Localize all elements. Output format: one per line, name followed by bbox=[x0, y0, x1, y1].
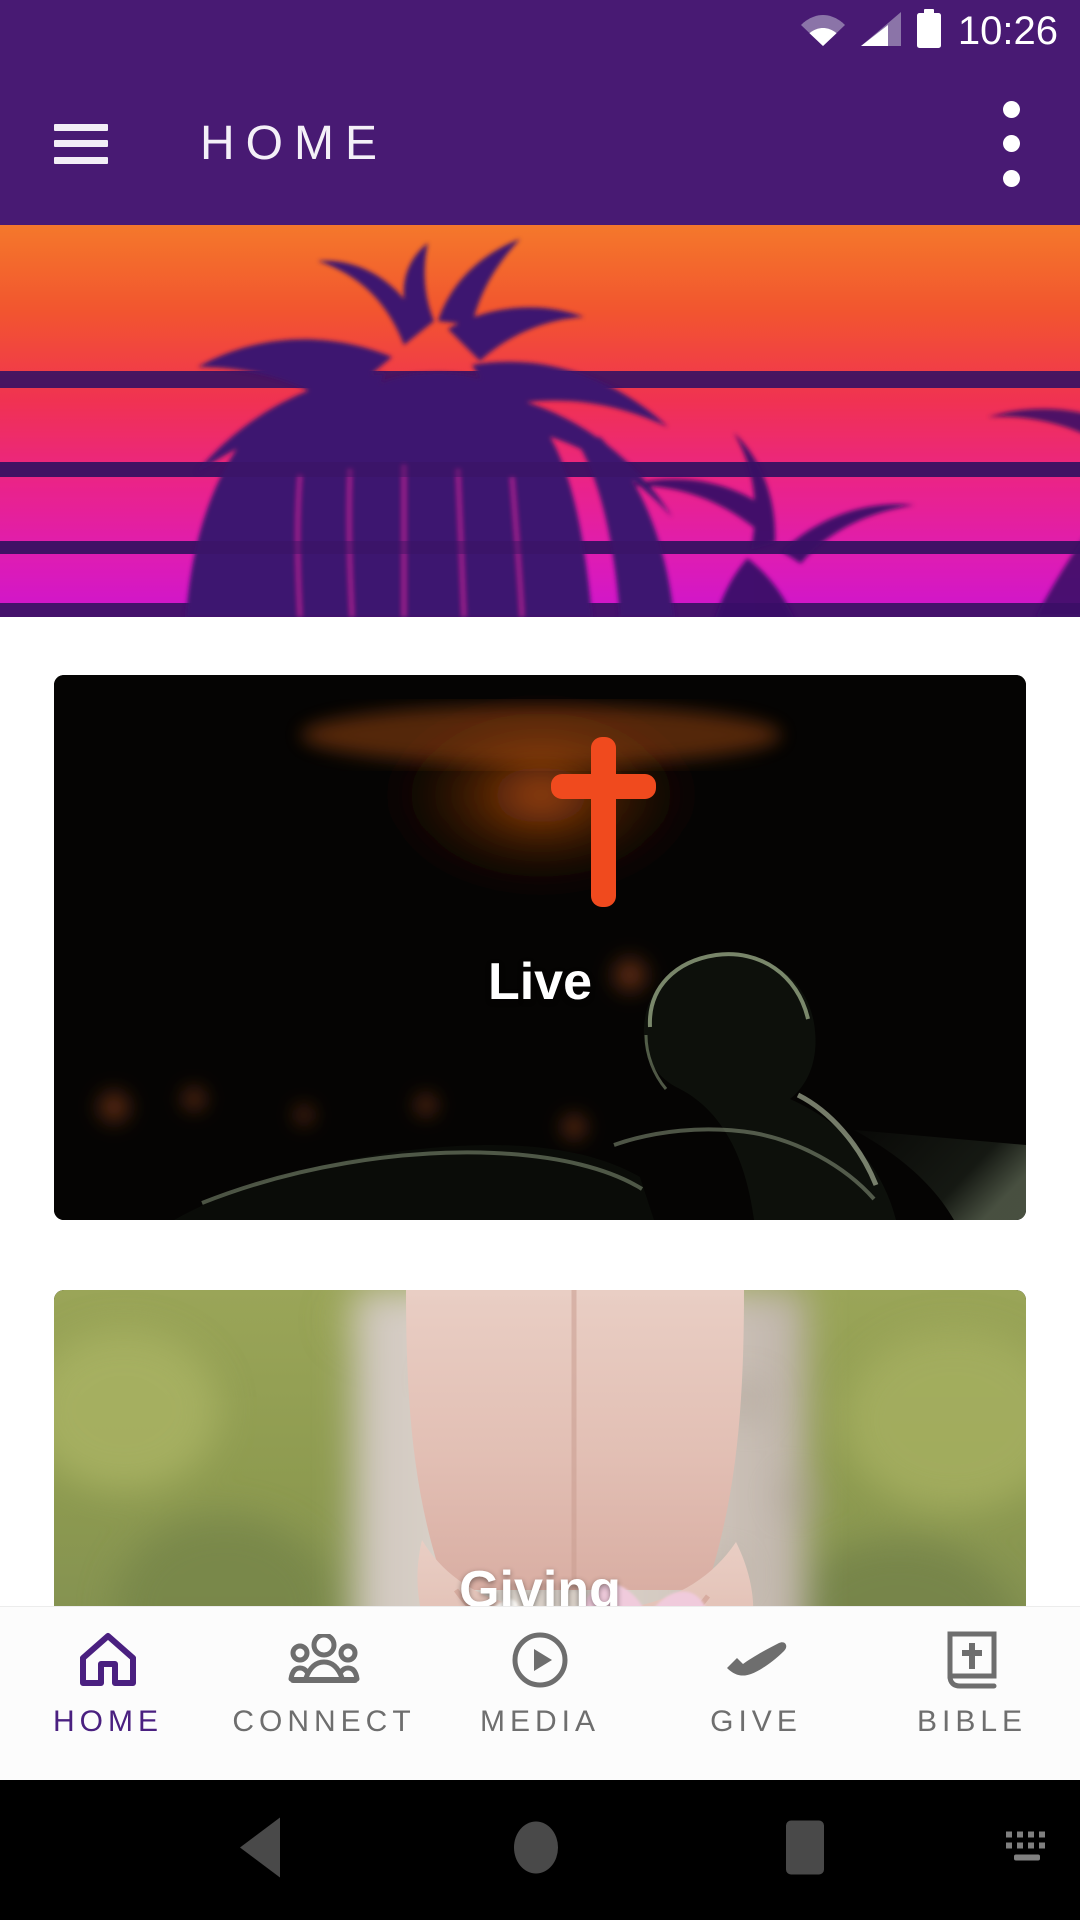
back-triangle-icon[interactable] bbox=[232, 1814, 294, 1887]
bottom-navigation-bar: HOME CONNECT MEDIA GIVE BIBLE bbox=[0, 1606, 1080, 1780]
nav-label-home: HOME bbox=[53, 1705, 163, 1738]
nav-item-home[interactable]: HOME bbox=[0, 1629, 216, 1739]
nav-label-connect: CONNECT bbox=[232, 1705, 416, 1738]
phone-screen: 10:26 HOME Live Giving HOME CONNECT MEDI… bbox=[0, 0, 1080, 1920]
content-scroll-area[interactable]: Live Giving bbox=[0, 617, 1080, 1710]
nav-item-bible[interactable]: BIBLE bbox=[864, 1629, 1080, 1739]
battery-icon bbox=[916, 8, 942, 54]
app-bar: HOME bbox=[0, 62, 1080, 225]
home-icon bbox=[77, 1629, 139, 1691]
nav-label-media: MEDIA bbox=[479, 1705, 600, 1738]
page-title: HOME bbox=[200, 117, 388, 170]
open-hand-icon bbox=[721, 1629, 791, 1691]
live-card-image bbox=[54, 675, 1026, 1220]
nav-item-media[interactable]: MEDIA bbox=[432, 1629, 648, 1739]
wifi-icon bbox=[800, 11, 846, 52]
nav-label-give: GIVE bbox=[710, 1705, 802, 1738]
hamburger-menu-icon[interactable] bbox=[54, 123, 108, 164]
cellular-signal-icon bbox=[860, 11, 902, 52]
live-card[interactable]: Live bbox=[54, 675, 1026, 1220]
banner-artwork bbox=[0, 225, 1080, 617]
status-bar: 10:26 bbox=[0, 0, 1080, 62]
live-card-label: Live bbox=[487, 953, 593, 1011]
nav-item-give[interactable]: GIVE bbox=[648, 1629, 864, 1739]
nav-item-connect[interactable]: CONNECT bbox=[216, 1629, 432, 1739]
status-bar-icons bbox=[800, 8, 942, 54]
home-circle-icon[interactable] bbox=[508, 1814, 564, 1887]
hero-banner[interactable] bbox=[0, 225, 1080, 617]
keyboard-icon[interactable] bbox=[1000, 1826, 1054, 1875]
people-group-icon bbox=[288, 1629, 360, 1691]
bible-book-icon bbox=[944, 1629, 1000, 1691]
recents-square-icon[interactable] bbox=[778, 1817, 832, 1884]
android-system-navigation-bar bbox=[0, 1780, 1080, 1920]
nav-label-bible: BIBLE bbox=[916, 1705, 1028, 1738]
status-bar-clock: 10:26 bbox=[957, 9, 1058, 53]
play-circle-icon bbox=[511, 1629, 569, 1691]
more-vert-icon[interactable] bbox=[990, 100, 1032, 187]
